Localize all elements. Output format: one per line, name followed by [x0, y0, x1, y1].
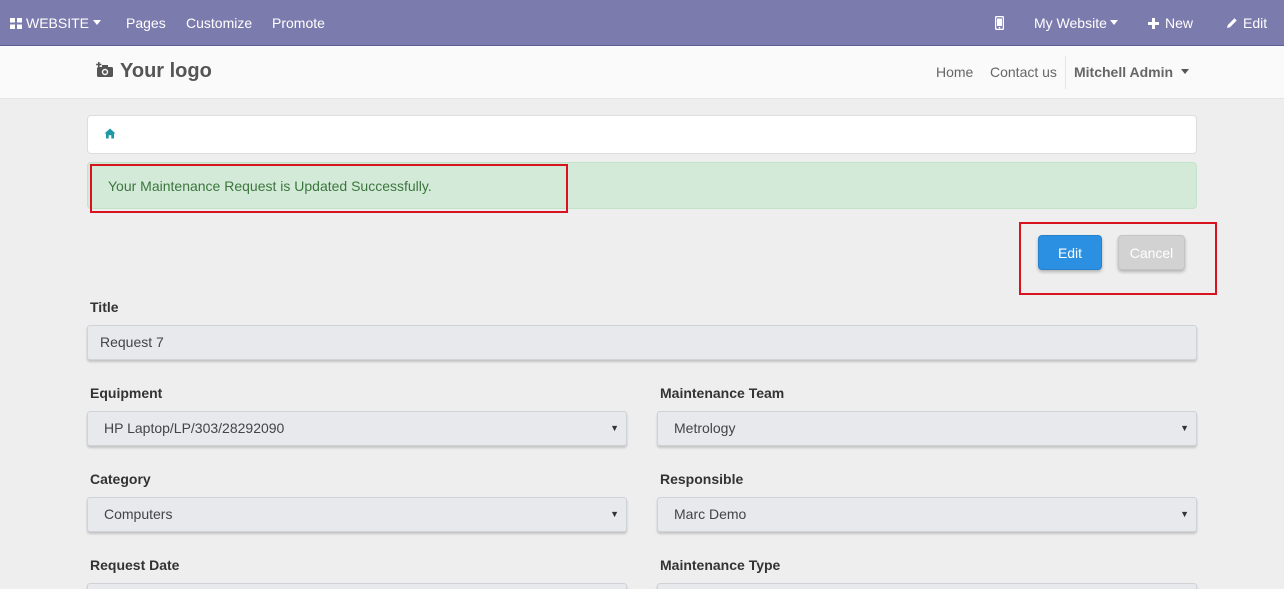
- equipment-value: HP Laptop/LP/303/28292090: [104, 420, 285, 436]
- mobile-preview-button[interactable]: [994, 0, 1005, 46]
- maintenance-type-select[interactable]: [657, 583, 1197, 589]
- edit-page-button[interactable]: Edit: [1226, 0, 1267, 46]
- title-input[interactable]: Request 7: [87, 325, 1197, 360]
- dropdown-arrow-icon: ▼: [610, 509, 619, 519]
- chevron-down-icon: [93, 20, 102, 25]
- highlight-box-alert: [90, 164, 568, 213]
- user-menu[interactable]: Mitchell Admin: [1074, 64, 1190, 80]
- site-header: Your logo Home Contact us Mitchell Admin: [0, 46, 1284, 99]
- user-name: Mitchell Admin: [1074, 64, 1174, 80]
- pencil-icon: [1227, 18, 1237, 28]
- website-menu[interactable]: WEBSITE: [10, 0, 102, 46]
- category-select[interactable]: Computers ▼: [87, 497, 627, 532]
- mobile-phone-icon: [994, 15, 1005, 31]
- dropdown-arrow-icon: ▼: [1180, 423, 1189, 433]
- customize-menu[interactable]: Customize: [186, 0, 252, 46]
- responsible-value: Marc Demo: [674, 506, 747, 522]
- promote-menu[interactable]: Promote: [272, 0, 325, 46]
- logo-text: Your logo: [120, 60, 212, 82]
- nav-divider: [1065, 56, 1066, 89]
- category-value: Computers: [104, 506, 173, 522]
- my-website-menu[interactable]: My Website: [1034, 0, 1118, 46]
- plus-icon: [1148, 18, 1159, 29]
- maintenance-team-value: Metrology: [674, 420, 736, 436]
- new-label: New: [1165, 15, 1194, 31]
- maintenance-team-select[interactable]: Metrology ▼: [657, 411, 1197, 446]
- admin-topbar: WEBSITE Pages Customize Promote My Websi…: [0, 0, 1284, 46]
- apps-grid-icon: [10, 18, 22, 29]
- maintenance-type-label: Maintenance Type: [660, 557, 781, 573]
- site-logo[interactable]: Your logo: [96, 60, 212, 83]
- responsible-select[interactable]: Marc Demo ▼: [657, 497, 1197, 532]
- equipment-select[interactable]: HP Laptop/LP/303/28292090 ▼: [87, 411, 627, 446]
- edit-label: Edit: [1243, 15, 1268, 31]
- home-icon[interactable]: [104, 128, 116, 139]
- dropdown-arrow-icon: ▼: [1180, 509, 1189, 519]
- nav-home-link[interactable]: Home: [936, 64, 973, 80]
- my-website-label: My Website: [1034, 15, 1107, 31]
- responsible-label: Responsible: [660, 471, 744, 487]
- request-date-label: Request Date: [90, 557, 180, 573]
- camera-plus-icon: [96, 62, 113, 77]
- website-menu-label: WEBSITE: [26, 15, 90, 31]
- equipment-label: Equipment: [90, 385, 163, 401]
- request-date-input[interactable]: [87, 583, 627, 589]
- category-label: Category: [90, 471, 151, 487]
- dropdown-arrow-icon: ▼: [610, 423, 619, 433]
- nav-contact-link[interactable]: Contact us: [990, 64, 1057, 80]
- maintenance-team-label: Maintenance Team: [660, 385, 785, 401]
- new-button[interactable]: New: [1148, 0, 1193, 46]
- breadcrumb: [87, 115, 1197, 154]
- edit-button[interactable]: Edit: [1038, 235, 1102, 270]
- cancel-button[interactable]: Cancel: [1118, 235, 1185, 270]
- chevron-down-icon: [1181, 69, 1190, 74]
- pages-menu[interactable]: Pages: [126, 0, 166, 46]
- chevron-down-icon: [1109, 20, 1118, 25]
- title-label: Title: [90, 299, 119, 315]
